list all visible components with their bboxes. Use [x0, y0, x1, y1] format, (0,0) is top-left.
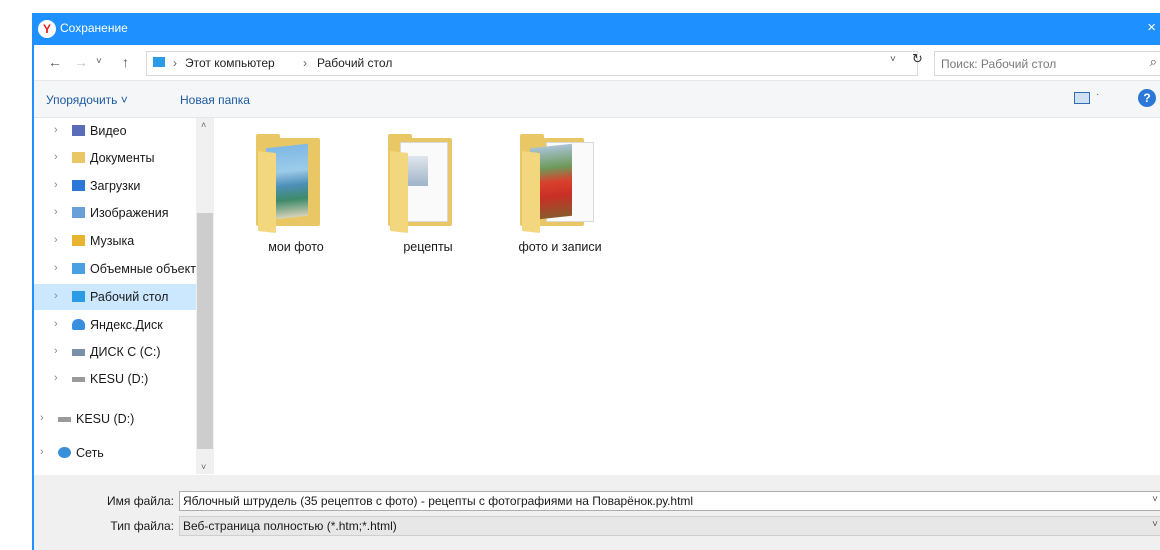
forward-arrow-icon[interactable]: →: [74, 54, 88, 70]
expand-chevron-icon[interactable]: ›: [54, 290, 58, 302]
folder-icon-front: [258, 151, 276, 233]
breadcrumb-separator: ›: [303, 56, 307, 70]
sidebar-item-drive-d[interactable]: › KESU (D:): [34, 366, 196, 392]
sidebar-item-yandex-disk[interactable]: › Яндекс.Диск: [34, 312, 196, 338]
sidebar-item-label: Сеть: [76, 446, 104, 460]
help-icon[interactable]: ?: [1138, 89, 1156, 107]
sidebar-item-desktop[interactable]: › Рабочий стол: [34, 284, 196, 310]
filetype-label: Тип файла:: [110, 519, 174, 533]
address-bar[interactable]: › Этот компьютер › Рабочий стол: [146, 51, 918, 76]
drive-d-icon: [72, 377, 85, 382]
document-thumbnail-icon: [408, 156, 428, 186]
window-title-bar: Y Сохранение ×: [32, 13, 1160, 45]
folder-item[interactable]: фото и записи: [480, 132, 602, 262]
expand-chevron-icon[interactable]: ›: [54, 372, 58, 384]
sidebar-item-network[interactable]: › Сеть: [34, 440, 196, 466]
search-icon[interactable]: ⌕: [1150, 54, 1157, 70]
recent-locations-chevron-icon[interactable]: ˅: [96, 56, 102, 67]
sidebar-item-video[interactable]: › Видео: [34, 118, 196, 144]
sidebar-item-drive-d-removable[interactable]: › KESU (D:): [34, 406, 196, 432]
address-history-chevron-icon[interactable]: ˅: [890, 54, 896, 65]
search-input[interactable]: Поиск: Рабочий стол ⌕: [934, 51, 1160, 76]
breadcrumb-desktop[interactable]: Рабочий стол: [317, 56, 392, 70]
address-row: ← → ˅ ↑ › Этот компьютер › Рабочий стол …: [34, 46, 1160, 81]
sidebar-item-label: Видео: [90, 124, 127, 138]
folder-item[interactable]: рецепты: [348, 132, 468, 262]
sidebar-item-downloads[interactable]: › Загрузки: [34, 173, 196, 199]
navigation-pane: › Видео › Документы › Загрузки › Изображ…: [34, 118, 214, 474]
expand-chevron-icon[interactable]: ›: [54, 345, 58, 357]
expand-chevron-icon[interactable]: ›: [54, 318, 58, 330]
filetype-chevron-icon[interactable]: ˅: [1152, 519, 1158, 530]
folder-content-view: мои фото рецепты фото и записи: [216, 118, 1160, 474]
filename-label: Имя файла:: [107, 494, 174, 508]
video-folder-icon: [72, 125, 85, 136]
sidebar-item-drive-c[interactable]: › ДИСК C (C:): [34, 339, 196, 365]
expand-chevron-icon[interactable]: ›: [54, 124, 58, 136]
sidebar-item-music[interactable]: › Музыка: [34, 228, 196, 254]
sidebar-item-pictures[interactable]: › Изображения: [34, 200, 196, 226]
desktop-location-icon: [153, 57, 165, 67]
pictures-folder-icon: [72, 207, 85, 218]
filename-history-chevron-icon[interactable]: ˅: [1152, 494, 1158, 505]
sidebar-item-label: Музыка: [90, 234, 135, 248]
back-arrow-icon[interactable]: ←: [48, 54, 62, 70]
breadcrumb-separator: ›: [173, 56, 177, 70]
sidebar-item-label: Рабочий стол: [90, 290, 169, 304]
desktop-folder-icon: [72, 291, 85, 302]
navigation-scrollbar[interactable]: ˄ ˅: [196, 118, 214, 474]
drive-c-icon: [72, 349, 85, 356]
sidebar-item-label: Изображения: [90, 206, 169, 220]
expand-chevron-icon[interactable]: ›: [54, 151, 58, 163]
command-toolbar: Упорядочить ˅ Новая папка · ?: [34, 81, 1160, 118]
filetype-value: Веб-страница полностью (*.htm;*.html): [183, 519, 397, 533]
filename-value: Яблочный штрудель (35 рецептов с фото) -…: [183, 494, 694, 508]
up-arrow-icon[interactable]: ↑: [122, 54, 129, 70]
sidebar-item-label: Документы: [90, 151, 155, 165]
downloads-folder-icon: [72, 180, 85, 191]
sidebar-item-label: KESU (D:): [90, 372, 149, 386]
sidebar-item-label: Загрузки: [90, 179, 141, 193]
music-folder-icon: [72, 235, 85, 246]
view-options-icon[interactable]: [1074, 92, 1090, 104]
sidebar-item-label: Яндекс.Диск: [90, 318, 163, 332]
sidebar-item-documents[interactable]: › Документы: [34, 145, 196, 171]
expand-chevron-icon[interactable]: ›: [54, 234, 58, 246]
folder-name: рецепты: [403, 240, 453, 254]
refresh-icon[interactable]: ↻: [912, 51, 923, 67]
sidebar-item-label: KESU (D:): [76, 412, 135, 426]
expand-chevron-icon[interactable]: ›: [54, 262, 58, 274]
folder-name: фото и записи: [518, 240, 602, 254]
folder-icon-front: [390, 151, 408, 233]
window-title: Сохранение: [60, 21, 128, 35]
view-options-chevron-icon[interactable]: ·: [1096, 89, 1099, 100]
yandex-browser-logo-icon: Y: [38, 20, 56, 38]
drive-d-icon: [58, 417, 71, 422]
network-icon: [58, 447, 71, 458]
folder-item[interactable]: мои фото: [216, 132, 336, 262]
scroll-down-icon[interactable]: ˅: [201, 462, 206, 472]
documents-folder-icon: [72, 152, 85, 163]
filename-input[interactable]: Яблочный штрудель (35 рецептов с фото) -…: [179, 491, 1160, 511]
save-options-panel: Имя файла: Яблочный штрудель (35 рецепто…: [34, 475, 1160, 550]
folder-icon-front: [522, 151, 540, 233]
folder-name: мои фото: [268, 240, 324, 254]
search-placeholder: Поиск: Рабочий стол: [941, 57, 1057, 71]
expand-chevron-icon[interactable]: ›: [54, 179, 58, 191]
3d-objects-folder-icon: [72, 263, 85, 274]
expand-chevron-icon[interactable]: ›: [40, 446, 44, 458]
sidebar-item-label: Объемные объекты: [90, 262, 202, 276]
scroll-up-icon[interactable]: ˄: [201, 120, 206, 130]
scrollbar-thumb[interactable]: [197, 213, 213, 449]
sidebar-item-label: ДИСК C (C:): [90, 345, 161, 359]
yandex-disk-icon: [72, 319, 85, 330]
organize-button[interactable]: Упорядочить ˅: [46, 93, 128, 107]
expand-chevron-icon[interactable]: ›: [54, 206, 58, 218]
expand-chevron-icon[interactable]: ›: [40, 412, 44, 424]
filetype-select[interactable]: Веб-страница полностью (*.htm;*.html) ˅: [179, 516, 1160, 536]
breadcrumb-this-pc[interactable]: Этот компьютер: [185, 56, 275, 70]
close-icon[interactable]: ×: [1147, 19, 1156, 36]
new-folder-button[interactable]: Новая папка: [180, 93, 250, 107]
sidebar-item-3d-objects[interactable]: › Объемные объекты: [34, 256, 202, 282]
